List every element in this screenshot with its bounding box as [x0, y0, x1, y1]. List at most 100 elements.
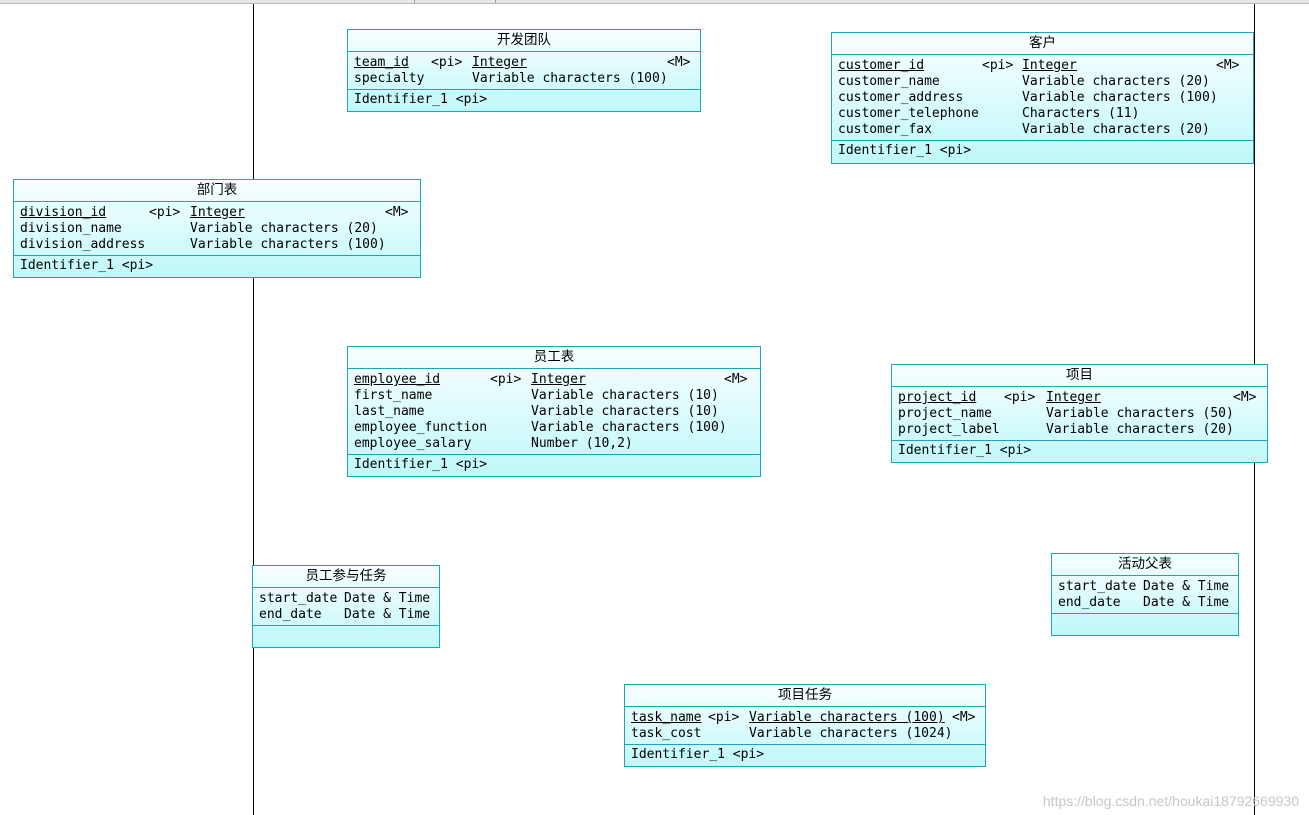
attribute-type: Date & Time: [1143, 595, 1230, 610]
attribute-row: project_label Variable characters (20): [898, 422, 1261, 438]
attribute-key: <pi>: [1004, 390, 1036, 405]
attribute-row: division_name Variable characters (20): [20, 221, 414, 237]
attribute-list: employee_id <pi> Integer <M> first_name …: [348, 369, 760, 455]
attribute-list: customer_id <pi> Integer <M> customer_na…: [832, 55, 1253, 141]
identifier-list: [1052, 614, 1238, 634]
attribute-name: first_name: [354, 388, 433, 403]
attribute-row: employee_salary Number (10,2): [354, 436, 754, 452]
identifier: Identifier_1 <pi>: [631, 747, 765, 762]
attribute-key: <pi>: [490, 372, 522, 387]
entity-task[interactable]: 项目任务 task_name <pi> Variable characters …: [624, 684, 986, 767]
attribute-row: customer_name Variable characters (20): [838, 74, 1247, 90]
attribute-name: division_name: [20, 221, 122, 236]
entity-activity[interactable]: 活动父表 start_date Date & Time end_date Dat…: [1051, 553, 1239, 636]
attribute-row: customer_address Variable characters (10…: [838, 90, 1247, 106]
attribute-name: customer_address: [838, 90, 964, 105]
attribute-type: Variable characters (100): [1022, 90, 1218, 105]
attribute-name: division_address: [20, 237, 146, 252]
entity-title: 客户: [832, 33, 1253, 55]
entity-division[interactable]: 部门表 division_id <pi> Integer <M> divisio…: [13, 179, 421, 278]
identifier-list: [253, 626, 439, 646]
attribute-name: project_label: [898, 422, 1000, 437]
attribute-type: Variable characters (50): [1046, 406, 1234, 421]
entity-title: 员工表: [348, 347, 760, 369]
attribute-name: project_id: [898, 390, 977, 405]
attribute-type: Integer: [472, 55, 527, 70]
attribute-type: Variable characters (20): [1022, 74, 1210, 89]
attribute-type: Integer: [190, 205, 245, 220]
attribute-type: Date & Time: [344, 591, 431, 606]
identifier-list: Identifier_1 <pi>: [832, 141, 1253, 161]
attribute-key: <pi>: [431, 55, 463, 70]
attribute-row: customer_telephone Characters (11): [838, 106, 1247, 122]
top-scrollbar[interactable]: [0, 0, 1309, 4]
attribute-mandatory: <M>: [1233, 390, 1257, 405]
attribute-name: project_name: [898, 406, 992, 421]
attribute-row: task_cost Variable characters (1024): [631, 726, 979, 742]
attribute-name: customer_fax: [838, 122, 932, 137]
attribute-row: customer_id <pi> Integer <M>: [838, 58, 1247, 74]
entity-team[interactable]: 开发团队 team_id <pi> Integer <M> specialty …: [347, 29, 701, 112]
identifier: Identifier_1 <pi>: [354, 457, 488, 472]
entity-project[interactable]: 项目 project_id <pi> Integer <M> project_n…: [891, 364, 1268, 463]
attribute-type: Variable characters (10): [531, 404, 719, 419]
attribute-type: Integer: [1046, 390, 1101, 405]
attribute-row: employee_function Variable characters (1…: [354, 420, 754, 436]
attribute-type: Variable characters (100): [749, 710, 945, 725]
attribute-row: project_name Variable characters (50): [898, 406, 1261, 422]
attribute-name: customer_telephone: [838, 106, 979, 121]
entity-customer[interactable]: 客户 customer_id <pi> Integer <M> customer…: [831, 32, 1254, 164]
identifier-list: Identifier_1 <pi>: [14, 256, 420, 276]
identifier-list: Identifier_1 <pi>: [348, 90, 700, 110]
attribute-type: Characters (11): [1022, 106, 1140, 121]
identifier: Identifier_1 <pi>: [354, 92, 488, 107]
attribute-name: task_name: [631, 710, 702, 725]
identifier: Identifier_1 <pi>: [838, 143, 972, 158]
attribute-type: Number (10,2): [531, 436, 633, 451]
identifier: [259, 627, 433, 645]
attribute-mandatory: <M>: [724, 372, 748, 387]
attribute-row: division_address Variable characters (10…: [20, 237, 414, 253]
attribute-name: customer_name: [838, 74, 940, 89]
entity-title: 项目任务: [625, 685, 985, 707]
attribute-type: Variable characters (20): [1046, 422, 1234, 437]
attribute-name: start_date: [259, 591, 338, 606]
attribute-type: Integer: [531, 372, 586, 387]
entity-title: 项目: [892, 365, 1267, 387]
identifier-list: Identifier_1 <pi>: [348, 455, 760, 475]
attribute-mandatory: <M>: [1216, 58, 1240, 73]
attribute-list: start_date Date & Time end_date Date & T…: [1052, 576, 1238, 614]
attribute-list: project_id <pi> Integer <M> project_name…: [892, 387, 1267, 441]
attribute-mandatory: <M>: [952, 710, 976, 725]
attribute-row: project_id <pi> Integer <M>: [898, 390, 1261, 406]
watermark: https://blog.csdn.net/houkai18792669930: [1042, 793, 1299, 809]
attribute-mandatory: <M>: [667, 55, 691, 70]
attribute-row: end_date Date & Time: [259, 607, 433, 623]
attribute-row: specialty Variable characters (100): [354, 71, 694, 87]
attribute-list: start_date Date & Time end_date Date & T…: [253, 588, 439, 626]
entity-employee[interactable]: 员工表 employee_id <pi> Integer <M> first_n…: [347, 346, 761, 477]
attribute-key: <pi>: [149, 205, 181, 220]
attribute-name: division_id: [20, 205, 107, 220]
attribute-list: task_name <pi> Variable characters (100)…: [625, 707, 985, 745]
attribute-list: team_id <pi> Integer <M> specialty Varia…: [348, 52, 700, 90]
attribute-type: Variable characters (20): [1022, 122, 1210, 137]
attribute-key: <pi>: [982, 58, 1014, 73]
attribute-name: end_date: [259, 607, 322, 622]
attribute-type: Variable characters (100): [472, 71, 668, 86]
attribute-name: task_cost: [631, 726, 702, 741]
attribute-row: end_date Date & Time: [1058, 595, 1232, 611]
attribute-type: Variable characters (100): [190, 237, 386, 252]
attribute-row: start_date Date & Time: [259, 591, 433, 607]
attribute-type: Date & Time: [344, 607, 431, 622]
entity-title: 开发团队: [348, 30, 700, 52]
attribute-list: division_id <pi> Integer <M> division_na…: [14, 202, 420, 256]
identifier: Identifier_1 <pi>: [898, 443, 1032, 458]
attribute-row: division_id <pi> Integer <M>: [20, 205, 414, 221]
attribute-name: team_id: [354, 55, 409, 70]
attribute-type: Variable characters (10): [531, 388, 719, 403]
attribute-name: last_name: [354, 404, 425, 419]
entity-participation[interactable]: 员工参与任务 start_date Date & Time end_date D…: [252, 565, 440, 648]
attribute-name: specialty: [354, 71, 425, 86]
scrollbar-divider: [414, 0, 415, 3]
